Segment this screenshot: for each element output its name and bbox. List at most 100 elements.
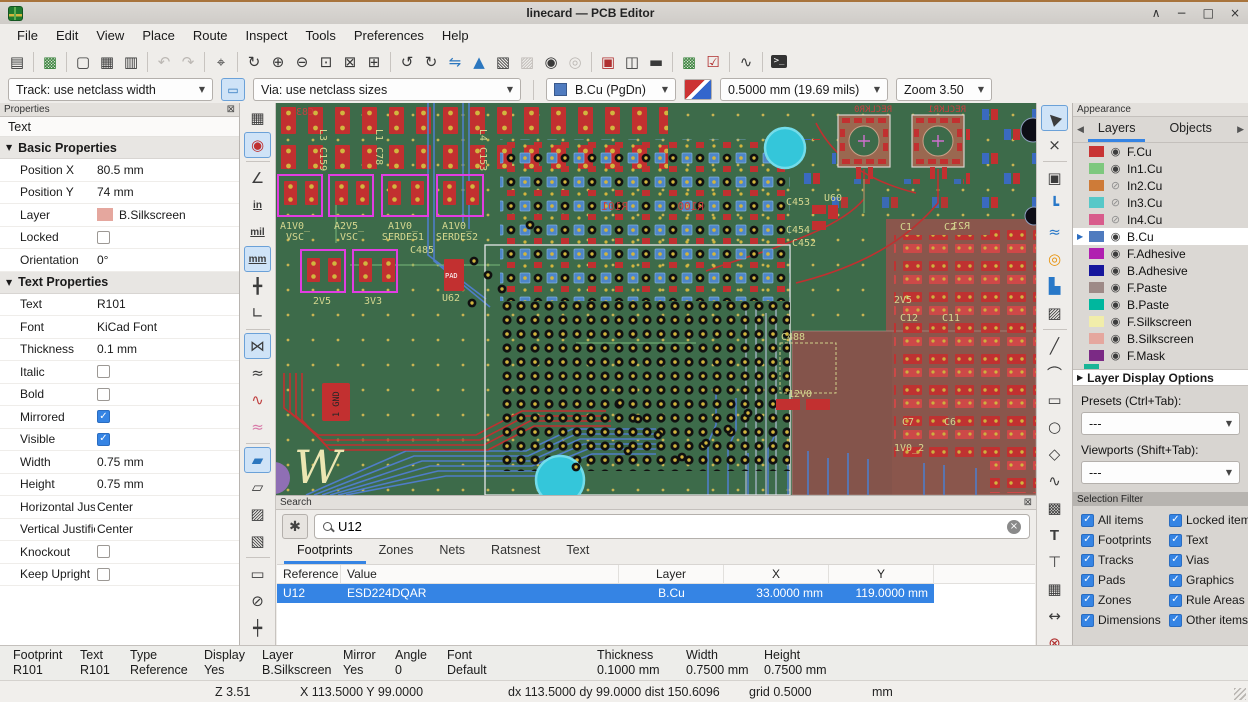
layer-row-fsilkscreen[interactable]: ◉F.Silkscreen — [1073, 313, 1248, 330]
layer-pair-toggle[interactable] — [684, 79, 712, 100]
track-sketch-mode-icon[interactable]: ∿ — [244, 387, 271, 413]
menu-view[interactable]: View — [87, 26, 133, 45]
find-button[interactable]: ⌖ — [209, 50, 233, 74]
vertical-justify-field[interactable]: Center — [95, 522, 239, 536]
tab-ratsnest[interactable]: Ratsnest — [478, 541, 553, 564]
filter-tracks[interactable]: Tracks — [1081, 553, 1169, 567]
via-size-combo[interactable]: Via: use netclass sizes▼ — [253, 78, 521, 101]
visibility-icon[interactable]: ◉ — [1109, 315, 1122, 328]
grid-size-combo[interactable]: 0.5000 mm (19.69 mils)▼ — [720, 78, 888, 101]
minimize-button[interactable]: − — [1177, 6, 1187, 20]
ungroup-button[interactable]: ▨ — [515, 50, 539, 74]
maximize-button[interactable]: □ — [1203, 6, 1214, 20]
layer-row-fmask[interactable]: ◉F.Mask — [1073, 347, 1248, 364]
filter-pads[interactable]: Pads — [1081, 573, 1169, 587]
menu-inspect[interactable]: Inspect — [237, 26, 297, 45]
menu-file[interactable]: File — [8, 26, 47, 45]
draw-polygon-icon[interactable]: ◇ — [1041, 441, 1068, 467]
free-angle-mode-icon[interactable]: ∟ — [244, 300, 271, 326]
interactive-router-button[interactable]: ∿ — [734, 50, 758, 74]
layer-row-in2cu[interactable]: ⊘In2.Cu — [1073, 177, 1248, 194]
layer-display-options[interactable]: ▶ Layer Display Options — [1073, 369, 1248, 386]
column-layer[interactable]: Layer — [619, 565, 724, 583]
rotate-ccw-button[interactable]: ↺ — [395, 50, 419, 74]
search-input[interactable] — [338, 519, 1001, 534]
add-text-icon[interactable]: T — [1041, 522, 1068, 548]
column-y[interactable]: Y — [829, 565, 934, 583]
draw-line-icon[interactable]: ╱ — [1041, 333, 1068, 359]
show-ratsnest-icon[interactable]: ⋈ — [244, 333, 271, 359]
viewports-combo[interactable]: ---▼ — [1081, 461, 1240, 484]
filter-dimensions[interactable]: Dimensions — [1081, 613, 1169, 627]
filter-rule-areas[interactable]: Rule Areas — [1169, 593, 1248, 607]
filter-text[interactable]: Text — [1169, 533, 1248, 547]
filter-footprints[interactable]: Footprints — [1081, 533, 1169, 547]
route-differential-pairs-icon[interactable]: ≈ — [1041, 219, 1068, 245]
save-button[interactable]: ▤ — [5, 50, 29, 74]
text-field[interactable]: R101 — [95, 297, 239, 311]
zone-outline-display-icon[interactable]: ▱ — [244, 474, 271, 500]
add-via-icon[interactable]: ◎ — [1041, 246, 1068, 272]
gear-icon[interactable]: ✱ — [282, 514, 308, 539]
filter-locked-items[interactable]: Locked items — [1169, 513, 1248, 527]
filter-graphics[interactable]: Graphics — [1169, 573, 1248, 587]
tabs-scroll-left-icon[interactable]: ◀ — [1073, 125, 1088, 135]
font-field[interactable]: KiCad Font — [95, 320, 239, 334]
zoom-in-button[interactable]: ⊕ — [266, 50, 290, 74]
table-row[interactable]: U12 ESD224DQAR B.Cu 33.0000 mm 119.0000 … — [277, 584, 1035, 603]
lock-button[interactable]: ◉ — [539, 50, 563, 74]
menu-route[interactable]: Route — [184, 26, 237, 45]
layer-row-bpaste[interactable]: ◉B.Paste — [1073, 296, 1248, 313]
group-button[interactable]: ▧ — [491, 50, 515, 74]
layer-row-bcu[interactable]: ▶◉B.Cu — [1073, 228, 1248, 245]
layer-row-badhesive[interactable]: ◉B.Adhesive — [1073, 262, 1248, 279]
visibility-icon[interactable]: ⊘ — [1109, 213, 1122, 226]
keep-upright-checkbox[interactable] — [97, 568, 110, 581]
column-value[interactable]: Value — [341, 565, 619, 583]
zone-fracture-display-icon[interactable]: ▨ — [244, 501, 271, 527]
close-icon[interactable]: ⊠ — [1024, 497, 1032, 508]
basic-properties-header[interactable]: ▼ Basic Properties — [0, 137, 239, 159]
menu-preferences[interactable]: Preferences — [345, 26, 433, 45]
tab-footprints[interactable]: Footprints — [284, 541, 366, 564]
menu-tools[interactable]: Tools — [296, 26, 344, 45]
horizontal-justify-field[interactable]: Center — [95, 500, 239, 514]
visibility-icon[interactable]: ⊘ — [1109, 196, 1122, 209]
close-icon[interactable]: ⊠ — [227, 104, 235, 115]
width-field[interactable]: 0.75 mm — [95, 455, 239, 469]
resize-grip[interactable] — [1234, 688, 1246, 700]
column-x[interactable]: X — [724, 565, 829, 583]
clear-search-icon[interactable]: × — [1007, 520, 1021, 534]
library-browser-button[interactable]: ◫ — [620, 50, 644, 74]
unlock-button[interactable]: ◎ — [563, 50, 587, 74]
visibility-icon[interactable]: ◉ — [1109, 230, 1122, 243]
text-properties-header[interactable]: ▼ Text Properties — [0, 272, 239, 294]
layer-row-fpaste[interactable]: ◉F.Paste — [1073, 279, 1248, 296]
delete-tool-icon[interactable]: ⊗ — [1041, 630, 1068, 645]
net-highlight-icon[interactable]: ≈ — [244, 414, 271, 440]
draw-rectangle-icon[interactable]: ▭ — [1041, 387, 1068, 413]
height-field[interactable]: 0.75 mm — [95, 477, 239, 491]
polar-coords-icon[interactable]: ∠ — [244, 165, 271, 191]
via-sketch-mode-icon[interactable]: ⊘ — [244, 588, 271, 614]
scripting-console-button[interactable]: >_ — [767, 50, 791, 74]
layer-row-bsilkscreen[interactable]: ◉B.Silkscreen — [1073, 330, 1248, 347]
column-reference[interactable]: Reference — [277, 565, 341, 583]
visibility-icon[interactable]: ◉ — [1109, 145, 1122, 158]
bold-checkbox[interactable] — [97, 388, 110, 401]
zone-fill-display-icon[interactable]: ▰ — [244, 447, 271, 473]
page-settings-button[interactable]: ▢ — [71, 50, 95, 74]
presets-combo[interactable]: ---▼ — [1081, 412, 1240, 435]
filter-zones[interactable]: Zones — [1081, 593, 1169, 607]
visibility-icon[interactable]: ⊘ — [1109, 179, 1122, 192]
layer-row-in1cu[interactable]: ◉In1.Cu — [1073, 160, 1248, 177]
visibility-icon[interactable]: ◉ — [1109, 332, 1122, 345]
layer-row-in4cu[interactable]: ⊘In4.Cu — [1073, 211, 1248, 228]
tab-zones[interactable]: Zones — [366, 541, 427, 564]
track-width-combo[interactable]: Track: use netclass width▼ — [8, 78, 213, 101]
drawing-sheet-button[interactable]: ▬ — [644, 50, 668, 74]
visibility-icon[interactable]: ◉ — [1109, 162, 1122, 175]
knockout-checkbox[interactable] — [97, 545, 110, 558]
tab-layers[interactable]: Layers — [1088, 117, 1146, 142]
layer-row-fadhesive[interactable]: ◉F.Adhesive — [1073, 245, 1248, 262]
